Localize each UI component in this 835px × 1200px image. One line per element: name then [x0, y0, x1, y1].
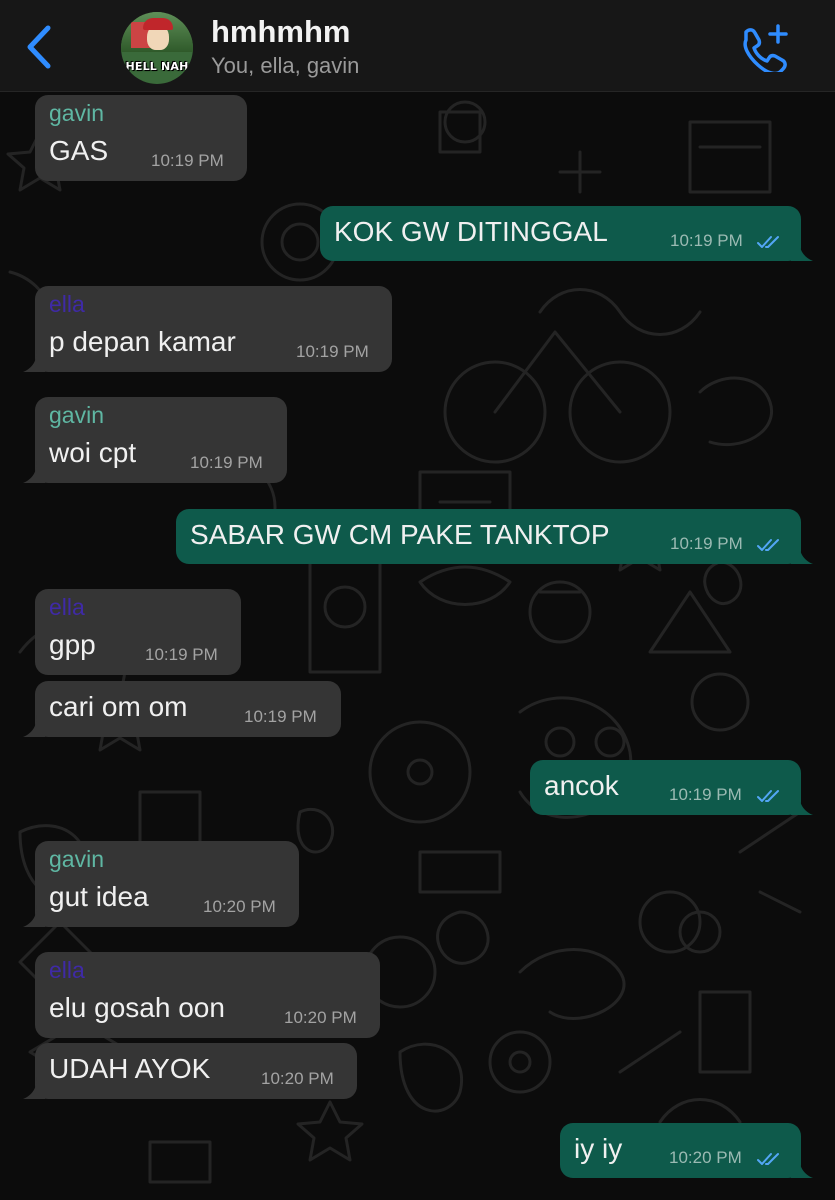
bubble-tail — [791, 793, 813, 815]
incoming-message[interactable]: ella gpp 10:19 PM — [35, 589, 241, 675]
message-text: GAS — [49, 135, 109, 166]
outgoing-message[interactable]: ancok 10:19 PM — [530, 760, 813, 815]
message-text: KOK GW DITINGGAL — [334, 216, 608, 247]
message-time: 10:19 PM — [244, 707, 317, 726]
avatar-caption: HELL NAH — [125, 60, 189, 73]
outgoing-message[interactable]: iy iy 10:20 PM — [560, 1123, 813, 1178]
incoming-message[interactable]: ella p depan kamar 10:19 PM — [23, 286, 392, 372]
message-time: 10:19 PM — [151, 151, 224, 170]
incoming-message[interactable]: UDAH AYOK 10:20 PM — [23, 1043, 357, 1099]
incoming-message[interactable]: gavin GAS 10:19 PM — [35, 95, 247, 181]
incoming-message[interactable]: gavin gut idea 10:20 PM — [23, 841, 299, 927]
message-time: 10:19 PM — [190, 453, 263, 472]
message-time: 10:19 PM — [145, 645, 218, 664]
message-time: 10:20 PM — [284, 1008, 357, 1027]
message-text: p depan kamar — [49, 326, 236, 357]
message-text: cari om om — [49, 691, 188, 722]
message-text: iy iy — [574, 1133, 623, 1164]
bubble-tail — [23, 461, 45, 483]
read-receipt-icon — [757, 236, 779, 248]
read-receipt-icon — [757, 1153, 779, 1165]
outgoing-message[interactable]: KOK GW DITINGGAL 10:19 PM — [320, 206, 813, 261]
bubble-tail — [23, 905, 45, 927]
message-text: ancok — [544, 770, 619, 801]
incoming-message[interactable]: gavin woi cpt 10:19 PM — [23, 397, 287, 483]
message-sender[interactable]: ella — [49, 594, 85, 621]
message-time: 10:20 PM — [261, 1069, 334, 1088]
message-text: SABAR GW CM PAKE TANKTOP — [190, 519, 610, 550]
message-text: gut idea — [49, 881, 149, 912]
message-time: 10:20 PM — [669, 1148, 742, 1167]
message-sender[interactable]: ella — [49, 291, 85, 318]
chat-screen: HELL NAH hmhmhm You, ella, gavin gavin GA… — [0, 0, 835, 1200]
message-sender[interactable]: gavin — [49, 402, 104, 429]
read-receipt-icon — [757, 790, 779, 802]
message-sender[interactable]: ella — [49, 957, 85, 984]
chat-header: HELL NAH hmhmhm You, ella, gavin — [0, 0, 835, 92]
message-time: 10:19 PM — [670, 231, 743, 250]
bubble-tail — [23, 715, 45, 737]
incoming-message[interactable]: cari om om 10:19 PM — [23, 681, 341, 737]
phone-add-icon[interactable] — [736, 22, 792, 72]
bubble-tail — [791, 542, 813, 564]
message-sender[interactable]: gavin — [49, 846, 104, 873]
group-avatar[interactable]: HELL NAH — [121, 12, 193, 84]
message-text: UDAH AYOK — [49, 1053, 211, 1084]
message-time: 10:19 PM — [669, 785, 742, 804]
chevron-left-icon[interactable] — [18, 22, 64, 72]
read-receipt-icon — [757, 539, 779, 551]
message-time: 10:20 PM — [203, 897, 276, 916]
incoming-message[interactable]: ella elu gosah oon 10:20 PM — [35, 952, 380, 1038]
message-time: 10:19 PM — [296, 342, 369, 361]
message-text: woi cpt — [49, 437, 137, 468]
bubble-tail — [791, 239, 813, 261]
outgoing-message[interactable]: SABAR GW CM PAKE TANKTOP 10:19 PM — [176, 509, 813, 564]
bubble-tail — [791, 1156, 813, 1178]
message-sender[interactable]: gavin — [49, 100, 104, 127]
message-time: 10:19 PM — [670, 534, 743, 553]
message-text: gpp — [49, 629, 96, 660]
bubble-tail — [23, 1077, 45, 1099]
chat-members[interactable]: You, ella, gavin — [211, 53, 359, 79]
chat-title[interactable]: hmhmhm — [211, 14, 351, 50]
message-text: elu gosah oon — [49, 992, 225, 1023]
bubble-tail — [23, 350, 45, 372]
